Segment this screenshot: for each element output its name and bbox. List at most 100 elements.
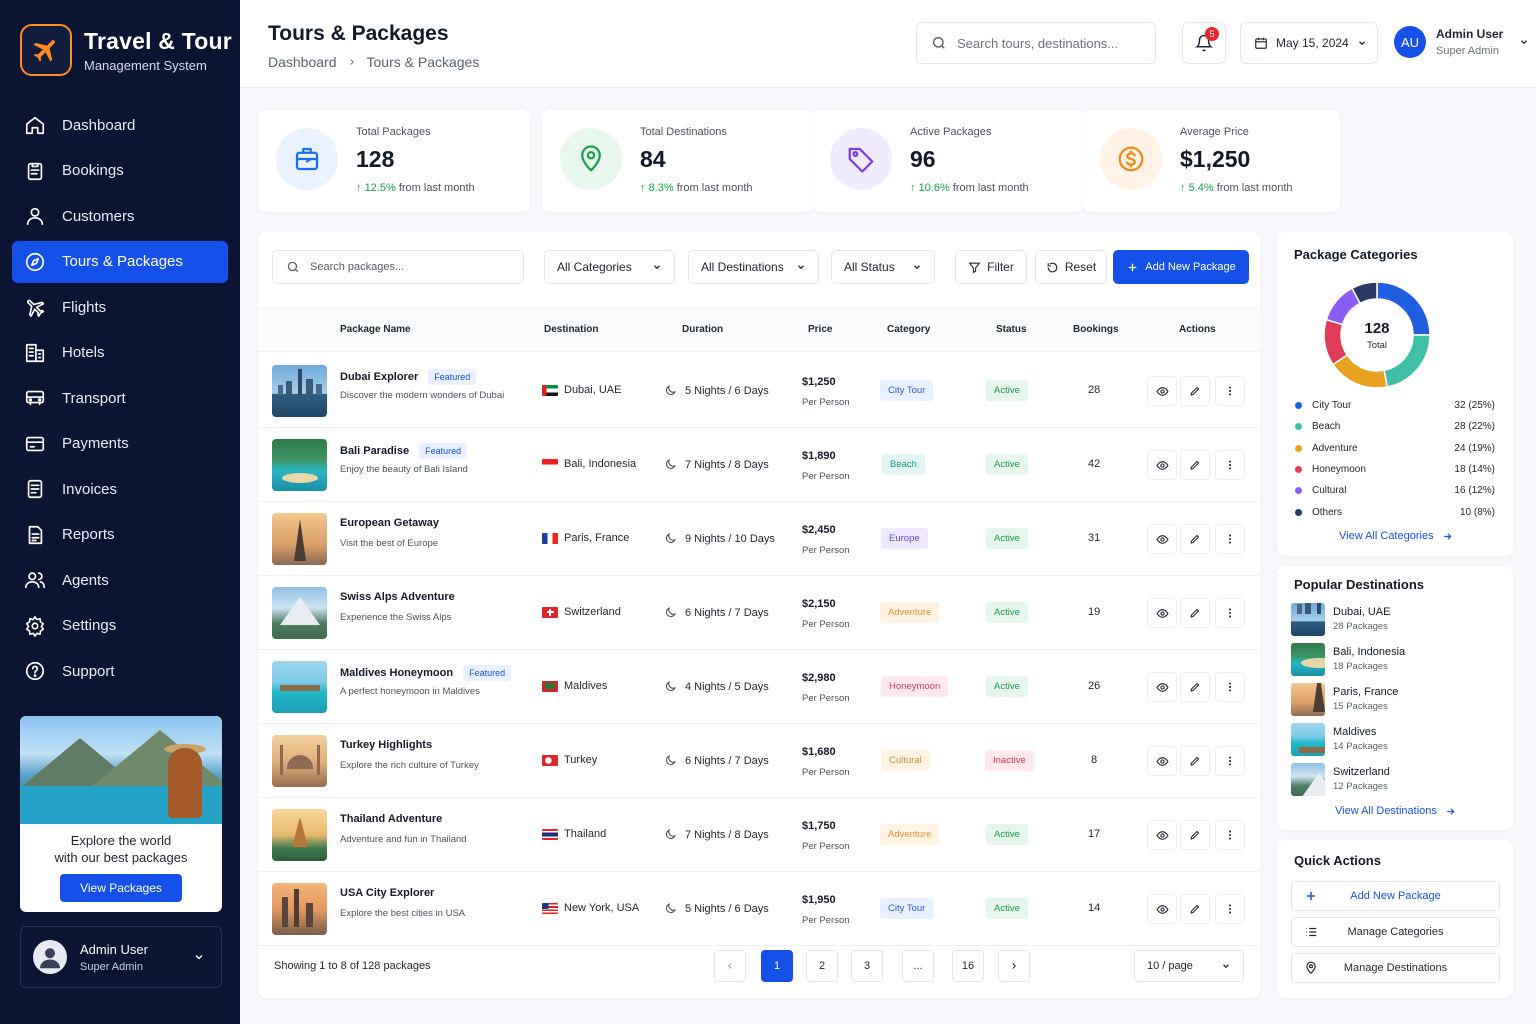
- table-row[interactable]: Turkey Highlights Explore the rich cultur…: [258, 724, 1260, 798]
- package-name[interactable]: Swiss Alps Adventure: [340, 591, 455, 603]
- view-button[interactable]: [1147, 746, 1177, 776]
- prev-page-button[interactable]: [714, 950, 746, 982]
- page-button-1[interactable]: 1: [761, 950, 793, 982]
- sidebar-item-customers[interactable]: Customers: [12, 195, 228, 237]
- destination-item[interactable]: Bali, Indonesia 18 Packages: [1291, 642, 1405, 676]
- more-options-button[interactable]: [1215, 376, 1245, 406]
- sidebar-item-flights[interactable]: Flights: [12, 286, 228, 328]
- view-all-destinations-link[interactable]: View All Destinations: [1335, 805, 1456, 817]
- edit-button[interactable]: [1180, 746, 1210, 776]
- edit-button[interactable]: [1180, 820, 1210, 850]
- package-name[interactable]: Bali Paradise Featured: [340, 443, 468, 459]
- package-name[interactable]: European Getaway: [340, 517, 439, 529]
- moon-icon: [665, 459, 676, 470]
- col-destination[interactable]: Destination: [544, 324, 598, 335]
- edit-button[interactable]: [1180, 894, 1210, 924]
- col-price[interactable]: Price: [808, 324, 832, 335]
- sidebar-item-dashboard[interactable]: Dashboard: [12, 104, 228, 146]
- view-button[interactable]: [1147, 598, 1177, 628]
- france-flag-icon: [542, 532, 558, 544]
- edit-button[interactable]: [1180, 524, 1210, 554]
- view-button[interactable]: [1147, 894, 1177, 924]
- date-picker[interactable]: May 15, 2024: [1240, 22, 1378, 64]
- view-button[interactable]: [1147, 524, 1177, 554]
- destination-item[interactable]: Dubai, UAE 28 Packages: [1291, 602, 1390, 636]
- view-all-categories-link[interactable]: View All Categories: [1339, 530, 1453, 542]
- more-options-button[interactable]: [1215, 598, 1245, 628]
- view-packages-button[interactable]: View Packages: [60, 874, 182, 902]
- more-options-button[interactable]: [1215, 450, 1245, 480]
- more-options-button[interactable]: [1215, 894, 1245, 924]
- sidebar-item-tours-packages[interactable]: Tours & Packages: [12, 240, 228, 283]
- destination-select[interactable]: All Destinations: [688, 250, 819, 284]
- category-select[interactable]: All Categories: [544, 250, 675, 284]
- page-button-3[interactable]: 3: [851, 950, 883, 982]
- breadcrumb-dashboard[interactable]: Dashboard: [268, 54, 337, 70]
- col-duration[interactable]: Duration: [682, 324, 723, 335]
- table-row[interactable]: Dubai Explorer Featured Discover the moder…: [258, 354, 1260, 428]
- qa-manage-destinations-button[interactable]: Manage Destinations: [1291, 953, 1500, 983]
- promo-image: [20, 716, 222, 824]
- add-package-button[interactable]: Add New Package: [1113, 250, 1249, 284]
- page-button-2[interactable]: 2: [806, 950, 838, 982]
- col-status[interactable]: Status: [996, 324, 1027, 335]
- package-name[interactable]: Thailand Adventure: [340, 813, 442, 825]
- table-row[interactable]: Swiss Alps Adventure Experience the Swiss…: [258, 576, 1260, 650]
- package-search-input[interactable]: [310, 261, 510, 273]
- thailand-flag-icon: [542, 828, 558, 840]
- package-name[interactable]: Maldives Honeymoon Featured: [340, 665, 512, 681]
- sidebar-item-hotels[interactable]: Hotels: [12, 332, 228, 374]
- edit-button[interactable]: [1180, 672, 1210, 702]
- destination-item[interactable]: Paris, France 15 Packages: [1291, 682, 1398, 716]
- edit-button[interactable]: [1180, 598, 1210, 628]
- package-name[interactable]: USA City Explorer: [340, 887, 434, 899]
- sidebar-item-reports[interactable]: Reports: [12, 514, 228, 556]
- reset-button[interactable]: Reset: [1035, 250, 1107, 284]
- legend-label: Others: [1312, 506, 1343, 518]
- table-row[interactable]: Thailand Adventure Adventure and fun in T…: [258, 798, 1260, 872]
- destination-thumbnail: [1291, 642, 1325, 676]
- qa-manage-categories-button[interactable]: Manage Categories: [1291, 917, 1500, 947]
- more-options-button[interactable]: [1215, 672, 1245, 702]
- legend-value: 28 (22%): [1454, 421, 1495, 433]
- destination-item[interactable]: Maldives 14 Packages: [1291, 722, 1388, 756]
- table-row[interactable]: USA City Explorer Explore the best cities…: [258, 872, 1260, 946]
- sidebar-item-bookings[interactable]: Bookings: [12, 150, 228, 192]
- view-button[interactable]: [1147, 672, 1177, 702]
- sidebar-item-settings[interactable]: Settings: [12, 605, 228, 647]
- package-name[interactable]: Turkey Highlights: [340, 739, 432, 751]
- sidebar-item-support[interactable]: Support: [12, 650, 228, 692]
- sidebar-item-invoices[interactable]: Invoices: [12, 468, 228, 510]
- view-button[interactable]: [1147, 450, 1177, 480]
- table-row[interactable]: European Getaway Visit the best of Europe…: [258, 502, 1260, 576]
- sidebar-item-payments[interactable]: Payments: [12, 423, 228, 465]
- sidebar-item-transport[interactable]: Transport: [12, 377, 228, 419]
- donut-slice-adventure[interactable]: [1331, 353, 1389, 389]
- header-user-menu[interactable]: AU Admin User Super Admin: [1394, 26, 1529, 58]
- more-options-button[interactable]: [1215, 746, 1245, 776]
- more-options-button[interactable]: [1215, 820, 1245, 850]
- sidebar-item-agents[interactable]: Agents: [12, 559, 228, 601]
- more-options-button[interactable]: [1215, 524, 1245, 554]
- filter-button[interactable]: Filter: [955, 250, 1027, 284]
- qa-add-package-button[interactable]: Add New Package: [1291, 881, 1500, 911]
- package-name[interactable]: Dubai Explorer Featured: [340, 369, 477, 385]
- next-page-button[interactable]: [998, 950, 1030, 982]
- table-row[interactable]: Bali Paradise Featured Enjoy the beauty of…: [258, 428, 1260, 502]
- edit-button[interactable]: [1180, 450, 1210, 480]
- brand[interactable]: Travel & Tour Management System: [20, 24, 232, 76]
- page-button-16[interactable]: 16: [952, 950, 984, 982]
- view-button[interactable]: [1147, 376, 1177, 406]
- view-button[interactable]: [1147, 820, 1177, 850]
- col-category[interactable]: Category: [887, 324, 930, 335]
- destination-item[interactable]: Switzerland 12 Packages: [1291, 762, 1390, 796]
- sidebar-user-menu[interactable]: Admin User Super Admin: [20, 926, 222, 988]
- header-search-input[interactable]: [957, 35, 1147, 51]
- edit-button[interactable]: [1180, 376, 1210, 406]
- status-select[interactable]: All Status: [831, 250, 935, 284]
- table-row[interactable]: Maldives Honeymoon Featured A perfect hone…: [258, 650, 1260, 724]
- col-bookings[interactable]: Bookings: [1073, 324, 1119, 335]
- col-package-name[interactable]: Package Name: [340, 324, 411, 335]
- notifications-button[interactable]: 5: [1182, 22, 1226, 64]
- per-page-select[interactable]: 10 / page: [1134, 950, 1244, 982]
